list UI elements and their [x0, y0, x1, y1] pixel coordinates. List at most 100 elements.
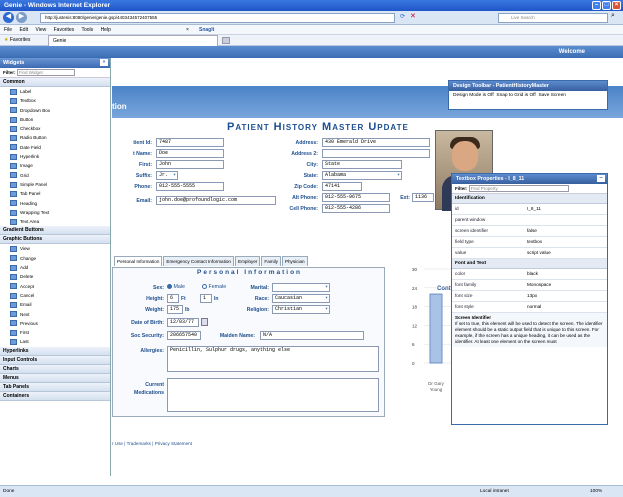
widget-item[interactable]: Last [0, 337, 110, 346]
widget-item[interactable]: Email [0, 300, 110, 309]
email-field[interactable]: john.doe@profoundlogic.com [156, 196, 276, 205]
widget-item[interactable]: Previous [0, 319, 110, 328]
property-row[interactable]: screen identifier false [452, 226, 607, 237]
maiden-name-field[interactable]: N/A [260, 331, 364, 340]
allergies-textarea[interactable]: Penicillin, Sulphur drugs, anything else [167, 346, 379, 372]
last-name-field[interactable]: Doe [156, 149, 224, 158]
favorites-button[interactable]: Favorites [10, 37, 31, 43]
phone-field[interactable]: 012-555-5555 [156, 182, 224, 191]
widget-item[interactable]: Hyperlink [0, 152, 110, 161]
back-icon[interactable]: ◀ [3, 12, 14, 23]
weight-field[interactable]: 175 [167, 305, 183, 314]
medications-textarea[interactable] [167, 378, 379, 412]
property-row[interactable]: id I_8_11 [452, 204, 607, 215]
property-value[interactable]: Monospace [524, 280, 607, 290]
widget-item[interactable]: Delete [0, 272, 110, 281]
property-value[interactable]: textbox [524, 237, 607, 247]
property-value[interactable]: I_8_11 [524, 204, 607, 214]
snap-to-grid-toggle[interactable]: Snap to Grid is Off [496, 93, 535, 98]
star-icon[interactable]: ★ [0, 37, 8, 43]
collapse-icon[interactable]: « [100, 59, 108, 66]
widget-group-header[interactable]: Hyperlinks [0, 346, 110, 356]
property-group-header[interactable]: Identification [452, 194, 607, 204]
property-row[interactable]: parent window [452, 215, 607, 226]
zip-field[interactable]: 47141 [322, 182, 362, 191]
property-row[interactable]: value script value [452, 248, 607, 259]
tab-family[interactable]: Family [261, 256, 281, 266]
widget-group-header[interactable]: Graphic Buttons [0, 235, 110, 245]
close-tab-icon[interactable]: × [186, 25, 189, 35]
religion-dropdown[interactable]: Christian [272, 305, 330, 314]
minimize-button[interactable]: – [592, 1, 601, 10]
address2-field[interactable] [322, 149, 430, 158]
menu-tools[interactable]: Tools [81, 27, 93, 33]
patient-id-field[interactable]: 7487 [156, 138, 224, 147]
height-inches-field[interactable]: 1 [200, 294, 212, 303]
widget-group-header[interactable]: Gradient Buttons [0, 226, 110, 236]
new-tab-button[interactable] [222, 37, 230, 44]
ext-field[interactable]: 1136 [412, 193, 434, 202]
city-field[interactable]: State [322, 160, 402, 169]
property-value[interactable]: black [524, 269, 607, 279]
property-value[interactable]: script value [524, 248, 607, 258]
first-name-field[interactable]: John [156, 160, 224, 169]
menu-edit[interactable]: Edit [19, 27, 28, 33]
property-row[interactable]: font style normal [452, 302, 607, 313]
sex-female-radio[interactable]: Female [202, 284, 226, 290]
widget-item[interactable]: Change [0, 254, 110, 263]
maximize-button[interactable]: □ [602, 1, 611, 10]
menu-favorites[interactable]: Favorites [54, 27, 75, 33]
property-row[interactable]: font size 13px [452, 291, 607, 302]
stop-icon[interactable]: ✕ [410, 12, 416, 20]
refresh-icon[interactable]: ⟳ [400, 13, 405, 20]
widget-item[interactable]: Dropdown Box [0, 106, 110, 115]
design-mode-toggle[interactable]: Design Mode is Off [453, 93, 494, 98]
widget-item[interactable]: Checkbox [0, 124, 110, 133]
property-group-header[interactable]: Font and Text [452, 259, 607, 269]
calendar-icon[interactable] [201, 318, 208, 326]
ssn-field[interactable]: 206657540 [167, 331, 201, 340]
zoom-level[interactable]: 100% [590, 486, 602, 497]
alt-phone-field[interactable]: 012-555-9675 [322, 193, 390, 202]
widget-item[interactable]: Grid [0, 171, 110, 180]
save-screen-button[interactable]: Save Screen [538, 93, 565, 98]
widget-item[interactable]: View [0, 244, 110, 253]
cell-phone-field[interactable]: 012-555-4286 [322, 204, 390, 213]
browser-tab-genie[interactable]: Genie [48, 35, 218, 46]
widget-item[interactable]: Cancel [0, 291, 110, 300]
forward-icon[interactable]: ▶ [16, 12, 27, 23]
property-row[interactable]: color black [452, 269, 607, 280]
widget-item[interactable]: Radio Button [0, 133, 110, 142]
tab-employer[interactable]: Employer [235, 256, 261, 266]
suffix-dropdown[interactable]: Jr. [156, 171, 178, 180]
widget-group-header[interactable]: Tab Panels [0, 382, 110, 392]
tab-personal-information[interactable]: Personal Information [114, 256, 163, 266]
widget-item[interactable]: Wrapping Text [0, 208, 110, 217]
tab-physician[interactable]: Physician [281, 256, 308, 266]
url-input[interactable]: http://justenis:8080/genie/genie.gsp/440… [40, 13, 395, 23]
menu-help[interactable]: Help [101, 27, 111, 33]
widget-group-header[interactable]: Common [0, 78, 110, 87]
property-value[interactable] [524, 215, 607, 225]
widget-item[interactable]: Heading [0, 199, 110, 208]
widget-item[interactable]: First [0, 328, 110, 337]
widget-item[interactable]: Textbox [0, 96, 110, 105]
widget-item[interactable]: Date Field [0, 143, 110, 152]
tab-emergency-contact[interactable]: Emergency Contact Information [163, 256, 234, 266]
widget-item[interactable]: Tab Panel [0, 189, 110, 198]
widget-group-header[interactable]: Charts [0, 364, 110, 374]
sex-male-radio[interactable]: Male [167, 284, 185, 290]
race-dropdown[interactable]: Caucasian [272, 294, 330, 303]
marital-dropdown[interactable] [272, 283, 330, 292]
widget-item[interactable]: Next [0, 310, 110, 319]
property-value[interactable]: 13px [524, 291, 607, 301]
widget-item[interactable]: Label [0, 87, 110, 96]
close-button[interactable]: × [612, 1, 621, 10]
widget-filter-input[interactable]: Find Widget [16, 69, 75, 77]
property-value[interactable]: false [524, 226, 607, 236]
footer-links[interactable]: r Use | Trademarks | Privacy Statement [112, 441, 192, 446]
property-row[interactable]: font family Monospace [452, 280, 607, 291]
widget-item[interactable]: Accept [0, 282, 110, 291]
menu-view[interactable]: View [35, 27, 46, 33]
address-field[interactable]: 430 Emerald Drive [322, 138, 430, 147]
